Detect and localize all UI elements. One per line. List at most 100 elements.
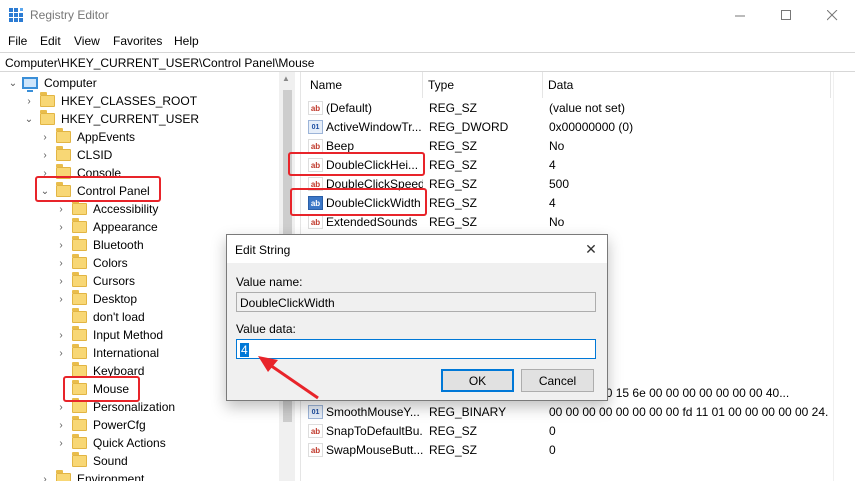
folder-icon <box>72 308 87 323</box>
folder-icon <box>56 128 71 143</box>
address-bar[interactable]: Computer\HKEY_CURRENT_USER\Control Panel… <box>0 52 855 72</box>
window-title: Registry Editor <box>30 8 109 22</box>
column-header-type[interactable]: Type <box>423 72 543 98</box>
scroll-up-icon[interactable]: ▲ <box>282 74 290 83</box>
menu-view[interactable]: View <box>74 34 100 48</box>
tree-item-hkcu[interactable]: ⌄ HKEY_CURRENT_USER <box>24 110 199 128</box>
registry-editor-icon <box>9 8 23 22</box>
tree-item-sound[interactable]: Sound <box>56 452 128 470</box>
computer-icon <box>22 77 38 92</box>
highlight-mouse <box>63 376 140 402</box>
string-value-icon: ab <box>308 215 323 229</box>
value-data-text: 4 <box>240 343 249 357</box>
menu-file[interactable]: File <box>8 34 27 48</box>
menu-edit[interactable]: Edit <box>40 34 61 48</box>
chevron-right-icon[interactable]: › <box>24 96 34 107</box>
string-value-icon: ab <box>308 101 323 115</box>
chevron-right-icon[interactable]: › <box>40 150 50 161</box>
maximize-icon <box>780 10 791 20</box>
folder-icon <box>72 434 87 449</box>
menu-bar: File Edit View Favorites Help <box>0 31 855 52</box>
tree-item-desktop[interactable]: › Desktop <box>56 290 137 308</box>
tree-item-cursors[interactable]: › Cursors <box>56 272 135 290</box>
chevron-right-icon[interactable]: › <box>56 276 66 287</box>
dialog-title-bar: Edit String ✕ <box>227 235 607 263</box>
chevron-down-icon[interactable]: ⌄ <box>24 114 34 125</box>
tree-item-computer[interactable]: ⌄ Computer <box>8 74 97 92</box>
folder-icon <box>72 416 87 431</box>
tree-item-powercfg[interactable]: › PowerCfg <box>56 416 146 434</box>
folder-icon <box>72 254 87 269</box>
string-value-icon: ab <box>308 424 323 438</box>
value-row[interactable]: ab SwapMouseButt... REG_SZ 0 <box>305 440 835 459</box>
chevron-right-icon[interactable]: › <box>56 258 66 269</box>
tree-item-quick-actions[interactable]: › Quick Actions <box>56 434 166 452</box>
close-button[interactable] <box>809 0 855 31</box>
chevron-right-icon[interactable]: › <box>56 240 66 251</box>
value-row[interactable]: ab (Default) REG_SZ (value not set) <box>305 98 835 117</box>
dialog-close-icon[interactable]: ✕ <box>583 241 599 257</box>
minimize-button[interactable] <box>717 0 763 31</box>
ok-button[interactable]: OK <box>441 369 514 392</box>
folder-icon <box>72 398 87 413</box>
folder-icon <box>72 326 87 341</box>
chevron-right-icon[interactable]: › <box>56 438 66 449</box>
folder-icon <box>40 92 55 107</box>
menu-help[interactable]: Help <box>174 34 199 48</box>
folder-icon <box>56 470 71 481</box>
cancel-button[interactable]: Cancel <box>521 369 594 392</box>
tree-item-environment[interactable]: › Environment <box>40 470 144 481</box>
chevron-right-icon[interactable]: › <box>56 348 66 359</box>
highlight-doubleclickwidth <box>290 188 427 216</box>
chevron-right-icon[interactable]: › <box>40 474 50 481</box>
chevron-right-icon[interactable]: › <box>56 420 66 431</box>
menu-favorites[interactable]: Favorites <box>113 34 162 48</box>
title-bar: Registry Editor <box>0 0 855 31</box>
maximize-button[interactable] <box>763 0 809 31</box>
value-name-label: Value name: <box>236 275 303 289</box>
value-data-field[interactable]: 4 <box>236 339 596 359</box>
dialog-title: Edit String <box>235 243 291 257</box>
highlight-doubleclickheight <box>288 152 425 176</box>
edit-string-dialog: Edit String ✕ Value name: DoubleClickWid… <box>226 234 608 401</box>
tree-item-appearance[interactable]: › Appearance <box>56 218 158 236</box>
chevron-right-icon[interactable]: › <box>40 132 50 143</box>
tree-item-dont-load[interactable]: don't load <box>56 308 145 326</box>
value-row[interactable]: ab SnapToDefaultBu... REG_SZ 0 <box>305 421 835 440</box>
column-header-data[interactable]: Data <box>543 72 831 98</box>
value-row[interactable]: 01 SmoothMouseY... REG_BINARY 00 00 00 0… <box>305 402 835 421</box>
value-row[interactable]: 01 ActiveWindowTr... REG_DWORD 0x0000000… <box>305 117 835 136</box>
chevron-right-icon[interactable]: › <box>56 222 66 233</box>
value-name-field: DoubleClickWidth <box>236 292 596 312</box>
tree-item-clsid[interactable]: › CLSID <box>40 146 112 164</box>
tree-item-bluetooth[interactable]: › Bluetooth <box>56 236 144 254</box>
string-value-icon: ab <box>308 443 323 457</box>
folder-icon <box>40 110 55 125</box>
binary-value-icon: 01 <box>308 120 323 134</box>
minimize-icon <box>734 15 745 17</box>
tree-item-input-method[interactable]: › Input Method <box>56 326 163 344</box>
tree-item-appevents[interactable]: › AppEvents <box>40 128 135 146</box>
folder-icon <box>72 272 87 287</box>
close-icon <box>826 10 837 21</box>
tree-item-colors[interactable]: › Colors <box>56 254 128 272</box>
folder-icon <box>72 344 87 359</box>
folder-icon <box>72 452 87 467</box>
tree-item-accessibility[interactable]: › Accessibility <box>56 200 158 218</box>
binary-value-icon: 01 <box>308 405 323 419</box>
folder-icon <box>72 200 87 215</box>
chevron-right-icon[interactable]: › <box>56 204 66 215</box>
tree-item-international[interactable]: › International <box>56 344 159 362</box>
value-data-label: Value data: <box>236 322 296 336</box>
chevron-down-icon[interactable]: ⌄ <box>8 78 18 89</box>
highlight-control-panel <box>35 176 161 202</box>
tree-item-hkcr[interactable]: › HKEY_CLASSES_ROOT <box>24 92 197 110</box>
string-value-icon: ab <box>308 139 323 153</box>
chevron-right-icon[interactable]: › <box>56 330 66 341</box>
column-header-name[interactable]: Name <box>305 72 423 98</box>
folder-icon <box>72 236 87 251</box>
folder-icon <box>56 146 71 161</box>
chevron-right-icon[interactable]: › <box>56 294 66 305</box>
values-scrollbar[interactable] <box>833 72 855 481</box>
chevron-right-icon[interactable]: › <box>56 402 66 413</box>
